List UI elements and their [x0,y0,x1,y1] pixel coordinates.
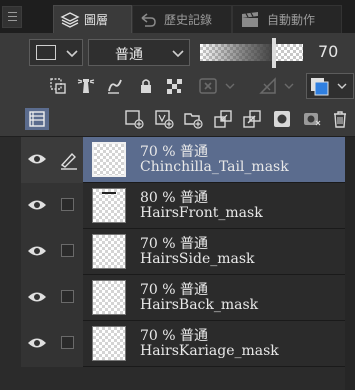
layer-opacity-blend: 70 % 普通 [140,328,209,344]
layer-row[interactable]: 70 % 普通 Chinchilla_Tail_mask [0,137,355,183]
layer-row[interactable]: 70 % 普通 HairsSide_mask [0,229,355,275]
layer-property-toolbar [0,69,355,103]
eye-icon [28,292,46,302]
layer-row[interactable]: 70 % 普通 HairsBack_mask [0,275,355,321]
eye-icon [28,200,46,210]
transfer-to-below-icon[interactable] [212,108,234,130]
delete-layer-icon[interactable] [329,108,351,130]
layer-list-toggle-icon[interactable] [25,108,49,130]
tab-auto-actions-label: 自動動作 [267,13,316,27]
tab-auto-actions[interactable]: 自動動作 [232,5,342,33]
mask-disabled-icon[interactable] [197,75,219,97]
layer-name: HairsBack_mask [140,297,259,313]
opacity-slider-handle[interactable] [272,38,276,68]
layer-name: Chinchilla_Tail_mask [140,159,289,175]
layer-thumbnail [92,280,126,315]
layer-thumbnail [92,326,126,361]
layer-row[interactable]: 80 % 普通 HairsFront_mask [0,183,355,229]
draft-layer-icon[interactable] [104,75,126,97]
new-raster-layer-icon[interactable] [123,108,145,130]
layers-icon [59,9,81,31]
new-vector-layer-icon[interactable] [153,108,175,130]
layer-thumbnail [92,234,126,269]
expression-color-dropdown[interactable] [29,39,83,66]
clapper-icon [239,9,261,31]
blend-mode-value: 普通 [115,47,143,63]
create-mask-icon[interactable] [271,108,293,130]
edit-target-toggle[interactable] [53,321,83,367]
layer-name: HairsSide_mask [140,251,255,267]
checkbox[interactable] [61,336,74,349]
lock-icon[interactable] [135,75,157,97]
edit-target-toggle[interactable] [53,275,83,321]
layer-command-toolbar [0,103,355,137]
pen-icon [60,152,77,170]
checkbox[interactable] [61,198,74,211]
layer-opacity-blend: 70 % 普通 [140,144,209,160]
blend-mode-dropdown[interactable]: 普通 [88,39,190,66]
color-swatch [36,45,56,60]
visibility-toggle[interactable] [21,137,53,183]
eye-icon [28,338,46,348]
chevron-down-icon [167,42,189,64]
visibility-toggle[interactable] [21,183,53,229]
checkbox[interactable] [61,290,74,303]
edit-target-toggle[interactable] [53,183,83,229]
clip-to-layer-below-icon[interactable] [47,75,69,97]
reference-lighthouse-icon[interactable] [75,75,97,97]
lock-transparent-pixels-icon[interactable] [163,75,185,97]
visibility-toggle[interactable] [21,275,53,321]
layer-color-icon[interactable] [306,73,354,99]
panel-menu-button[interactable] [2,6,22,28]
tab-history[interactable]: 歷史記錄 [132,5,232,33]
layer-opacity-blend: 80 % 普通 [140,190,209,206]
edit-target-toggle[interactable] [53,137,83,183]
layer-list-scrollbar[interactable] [345,137,355,390]
layer-opacity-blend: 70 % 普通 [140,282,209,298]
layer-thumbnail [92,142,126,177]
layer-list: 70 % 普通 Chinchilla_Tail_mask 80 % 普通 Hai… [0,137,355,390]
layer-name: HairsKariage_mask [140,343,279,359]
new-folder-icon[interactable] [182,108,204,130]
visibility-toggle[interactable] [21,321,53,367]
tab-layers-label: 圖層 [84,13,109,27]
chevron-down-icon [61,42,83,64]
layer-row[interactable]: 70 % 普通 HairsKariage_mask [0,321,355,367]
undo-arrow-icon [137,9,159,31]
eye-icon [28,246,46,256]
chevron-down-icon[interactable] [219,75,241,97]
layer-thumbnail [92,188,126,223]
apply-mask-icon[interactable] [301,108,323,130]
opacity-value[interactable]: 70 [318,42,338,61]
visibility-toggle[interactable] [21,229,53,275]
ruler-disabled-icon[interactable] [257,75,279,97]
layer-opacity-blend: 70 % 普通 [140,236,209,252]
eye-icon [28,154,46,164]
chevron-down-icon[interactable] [278,75,300,97]
combine-to-below-icon[interactable] [241,108,263,130]
tab-history-label: 歷史記錄 [164,13,213,27]
opacity-slider-fill [200,44,273,61]
checkbox[interactable] [61,244,74,257]
opacity-slider[interactable] [200,44,303,61]
edit-target-toggle[interactable] [53,229,83,275]
layer-name: HairsFront_mask [140,205,263,221]
tab-layers[interactable]: 圖層 [53,5,132,33]
